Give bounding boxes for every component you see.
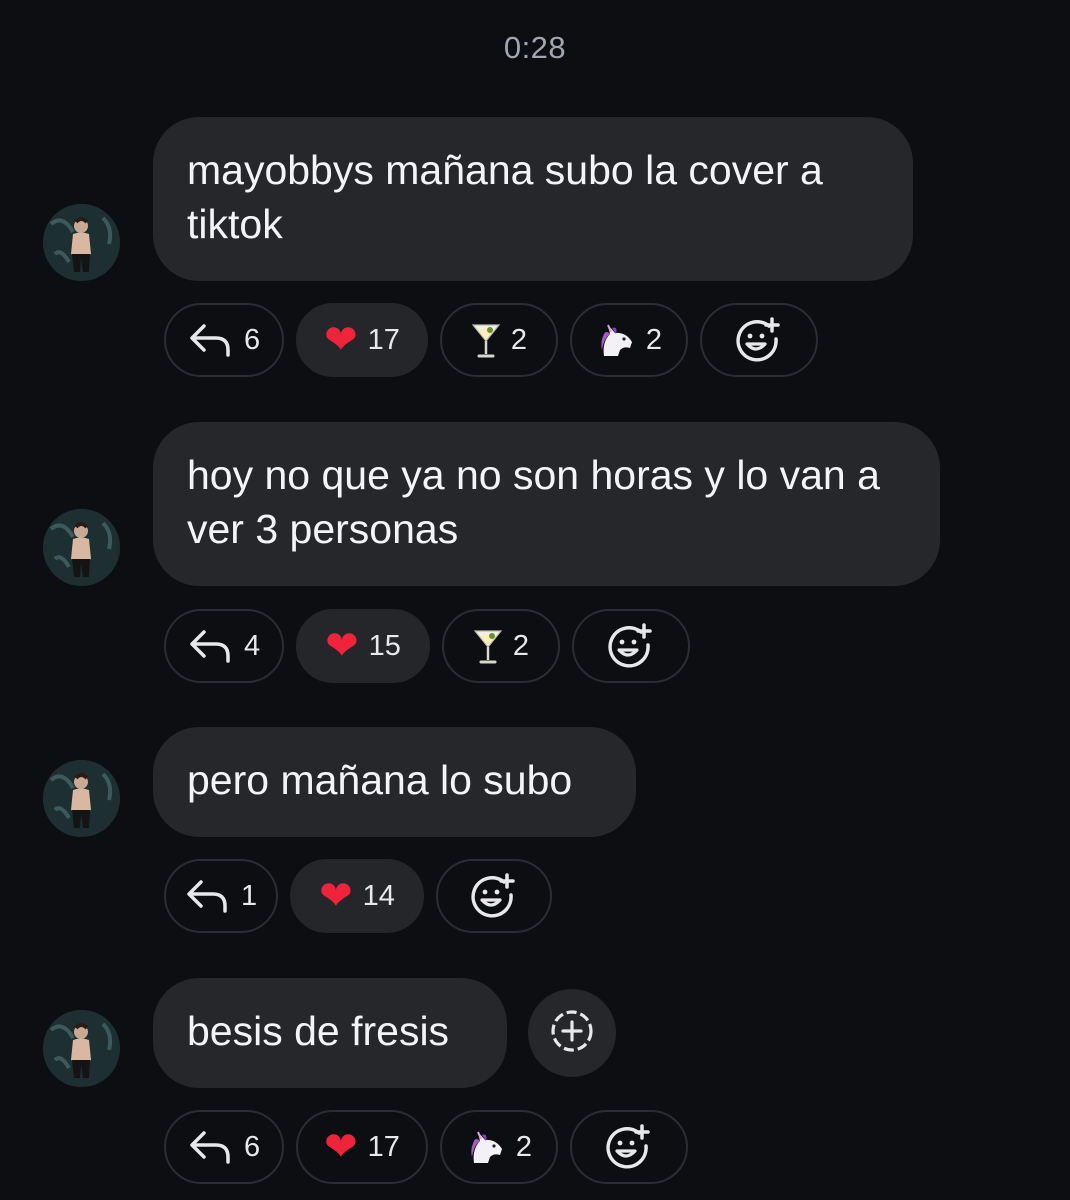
reaction-bar: 1 ❤ 14 — [164, 859, 552, 933]
message-bubble[interactable]: mayobbys mañana subo la cover a tiktok — [153, 117, 913, 281]
reaction-unicorn[interactable]: 2 — [440, 1110, 558, 1184]
reply-icon — [188, 1129, 234, 1165]
avatar[interactable] — [43, 1010, 120, 1087]
reaction-heart[interactable]: ❤ 17 — [296, 1110, 428, 1184]
reaction-count: 2 — [510, 323, 528, 356]
reply-count-button[interactable]: 6 — [164, 1110, 284, 1184]
reply-count: 6 — [243, 323, 261, 356]
add-reaction-inline-button[interactable] — [528, 989, 616, 1077]
cocktail-icon — [471, 321, 501, 359]
message-bubble[interactable]: pero mañana lo subo — [153, 727, 636, 837]
heart-icon: ❤ — [325, 624, 359, 668]
heart-icon: ❤ — [324, 1125, 358, 1169]
reaction-bar: 6 ❤ 17 2 — [164, 1110, 688, 1184]
reaction-heart[interactable]: ❤ 15 — [296, 609, 430, 683]
reaction-count: 2 — [512, 629, 530, 662]
reaction-heart[interactable]: ❤ 14 — [290, 859, 424, 933]
message-bubble[interactable]: besis de fresis — [153, 978, 507, 1088]
cocktail-icon — [473, 627, 503, 665]
timestamp: 0:28 — [503, 30, 567, 65]
reply-count: 1 — [240, 879, 258, 912]
add-reaction-button[interactable] — [570, 1110, 688, 1184]
add-emoji-icon — [607, 623, 655, 669]
reply-count: 4 — [243, 629, 261, 662]
reaction-bar: 4 ❤ 15 2 — [164, 609, 690, 683]
reaction-heart[interactable]: ❤ 17 — [296, 303, 428, 377]
add-emoji-icon — [605, 1124, 653, 1170]
chat-screen: 0:28 mayobbys mañana subo la cover a tik… — [0, 0, 1070, 1200]
reply-icon — [188, 628, 234, 664]
add-reaction-button[interactable] — [572, 609, 690, 683]
reaction-bar: 6 ❤ 17 2 2 — [164, 303, 818, 377]
message-bubble[interactable]: hoy no que ya no son horas y lo van a ve… — [153, 422, 940, 586]
reaction-cocktail[interactable]: 2 — [442, 609, 560, 683]
add-emoji-icon — [735, 317, 783, 363]
reaction-count: 14 — [362, 879, 395, 912]
add-reaction-button[interactable] — [700, 303, 818, 377]
message-text: hoy no que ya no son horas y lo van a ve… — [187, 452, 880, 552]
unicorn-icon — [466, 1129, 506, 1165]
heart-icon: ❤ — [319, 874, 353, 918]
reaction-count: 2 — [515, 1130, 533, 1163]
message-text: mayobbys mañana subo la cover a tiktok — [187, 147, 823, 247]
reaction-unicorn[interactable]: 2 — [570, 303, 688, 377]
avatar[interactable] — [43, 760, 120, 837]
reply-count-button[interactable]: 1 — [164, 859, 278, 933]
reaction-cocktail[interactable]: 2 — [440, 303, 558, 377]
reply-count-button[interactable]: 6 — [164, 303, 284, 377]
unicorn-icon — [596, 322, 636, 358]
reply-icon — [188, 322, 234, 358]
reaction-count: 2 — [645, 323, 663, 356]
avatar[interactable] — [43, 509, 120, 586]
reply-count: 6 — [243, 1130, 261, 1163]
reply-count-button[interactable]: 4 — [164, 609, 284, 683]
avatar[interactable] — [43, 204, 120, 281]
reaction-count: 15 — [368, 629, 401, 662]
add-emoji-icon — [470, 873, 518, 919]
heart-icon: ❤ — [324, 318, 358, 362]
add-reaction-button[interactable] — [436, 859, 552, 933]
reply-icon — [185, 878, 231, 914]
add-reaction-icon — [549, 1008, 595, 1059]
reaction-count: 17 — [367, 323, 400, 356]
message-text: besis de fresis — [187, 1008, 450, 1054]
message-text: pero mañana lo subo — [187, 757, 573, 803]
reaction-count: 17 — [367, 1130, 400, 1163]
